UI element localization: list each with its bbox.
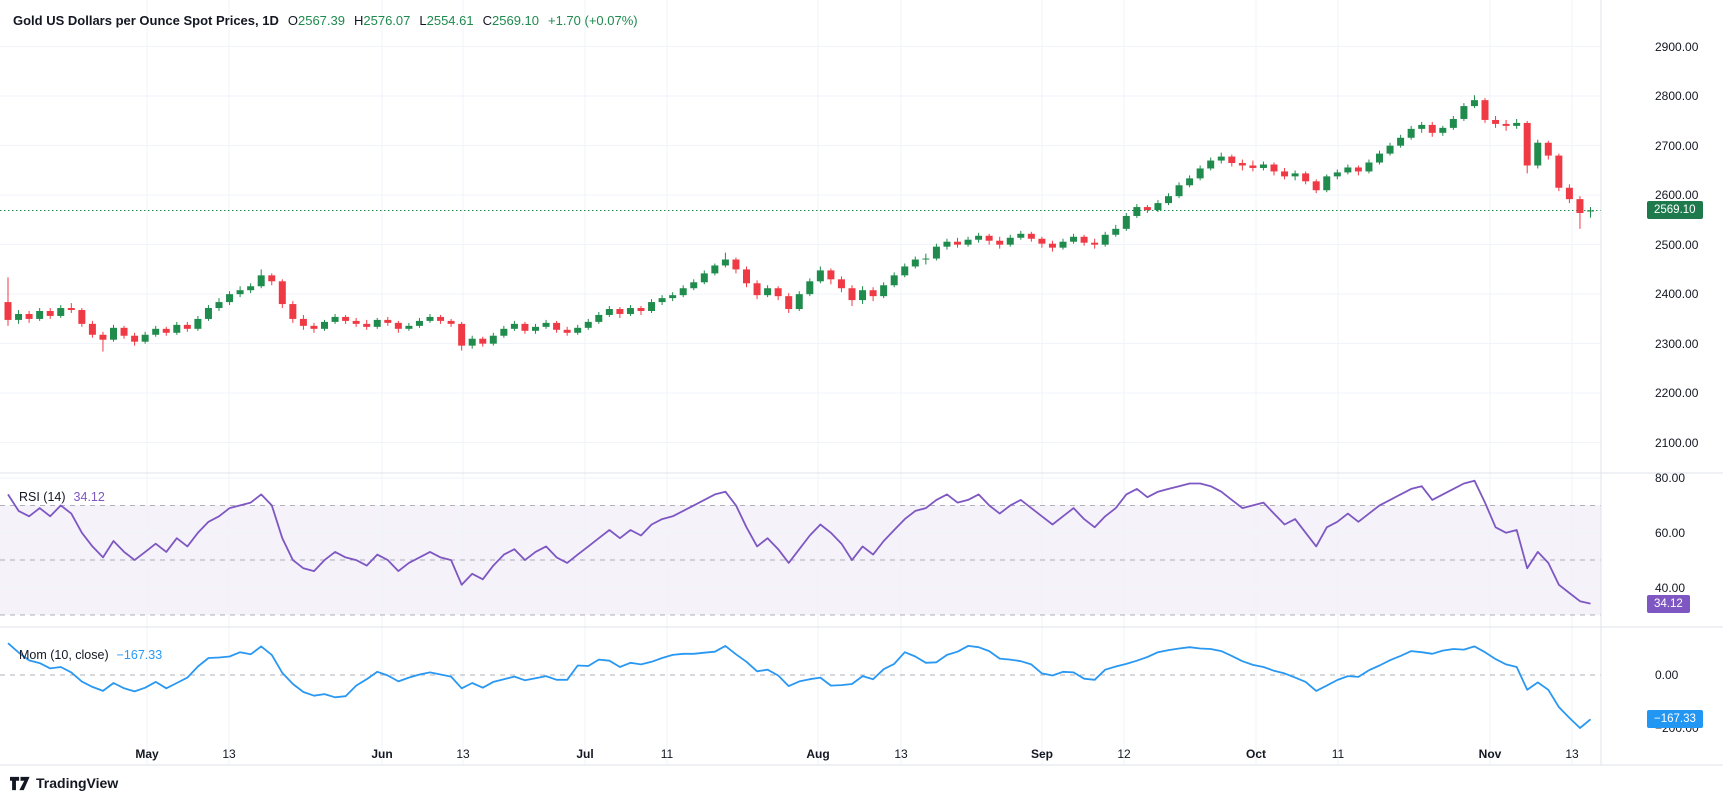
tradingview-logo-icon — [10, 776, 31, 791]
time-axis-label: May — [135, 747, 158, 761]
time-axis-label: Oct — [1246, 747, 1266, 761]
price-axis-label: 2200.00 — [1655, 386, 1698, 400]
rsi-axis-label: 60.00 — [1655, 526, 1685, 540]
price-axis-label: 2700.00 — [1655, 139, 1698, 153]
price-axis-label: 2600.00 — [1655, 188, 1698, 202]
time-axis-label: 11 — [661, 747, 673, 761]
ohlc-high: H2576.07 — [354, 13, 410, 28]
time-axis-label: Aug — [806, 747, 829, 761]
rsi-value-badge: 34.12 — [1647, 595, 1690, 613]
price-axis-label: 2400.00 — [1655, 287, 1698, 301]
price-axis-label: 2300.00 — [1655, 337, 1698, 351]
ohlc-close: C2569.10 — [483, 13, 539, 28]
tradingview-logo-text: TradingView — [36, 775, 118, 791]
price-axis-label: 2800.00 — [1655, 89, 1698, 103]
chart-canvas[interactable] — [0, 0, 1723, 803]
main-pane-legend: Gold US Dollars per Ounce Spot Prices, 1… — [13, 13, 638, 28]
ohlc-low: L2554.61 — [419, 13, 473, 28]
time-axis-label: Jul — [576, 747, 593, 761]
price-change: +1.70 (+0.07%) — [548, 13, 638, 28]
time-axis-label: Nov — [1479, 747, 1502, 761]
trading-chart: Gold US Dollars per Ounce Spot Prices, 1… — [0, 0, 1723, 803]
tradingview-logo[interactable]: TradingView — [10, 775, 118, 791]
time-axis-label: 13 — [222, 747, 235, 761]
mom-legend: Mom (10, close) −167.33 — [19, 648, 162, 662]
rsi-axis-label: 80.00 — [1655, 471, 1685, 485]
ohlc-open: O2567.39 — [288, 13, 345, 28]
symbol-title[interactable]: Gold US Dollars per Ounce Spot Prices, 1… — [13, 13, 279, 28]
rsi-value: 34.12 — [74, 490, 105, 504]
rsi-label[interactable]: RSI (14) — [19, 490, 66, 504]
mom-label[interactable]: Mom (10, close) — [19, 648, 109, 662]
time-axis-label: 13 — [1565, 747, 1578, 761]
price-axis-label: 2900.00 — [1655, 40, 1698, 54]
time-axis-label: 13 — [894, 747, 907, 761]
time-axis-label: Jun — [371, 747, 392, 761]
mom-value: −167.33 — [117, 648, 163, 662]
time-axis-label: 13 — [456, 747, 469, 761]
mom-line — [8, 643, 1591, 728]
time-axis-label: Sep — [1031, 747, 1053, 761]
gridlines — [0, 0, 1601, 765]
mom-axis-label: 0.00 — [1655, 668, 1678, 682]
rsi-axis-label: 40.00 — [1655, 581, 1685, 595]
price-axis-label: 2500.00 — [1655, 238, 1698, 252]
last-price-badge: 2569.10 — [1647, 201, 1703, 219]
time-axis-label: 11 — [1332, 747, 1344, 761]
price-axis-label: 2100.00 — [1655, 436, 1698, 450]
candles-layer — [5, 95, 1595, 351]
mom-value-badge: −167.33 — [1647, 710, 1703, 728]
rsi-legend: RSI (14) 34.12 — [19, 490, 105, 504]
time-axis-label: 12 — [1117, 747, 1130, 761]
